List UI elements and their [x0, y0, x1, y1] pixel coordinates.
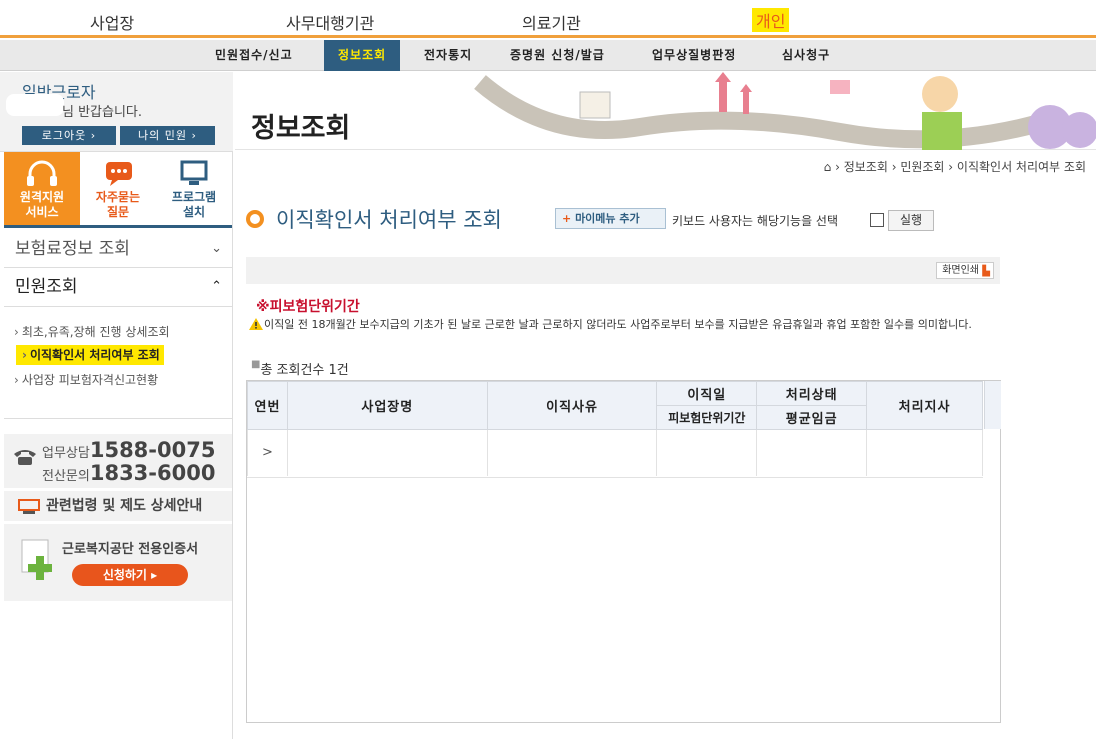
submenu-separation-cert[interactable]: › 이직확인서 처리여부 조회 — [16, 345, 164, 365]
program-install-button[interactable]: 프로그램 설치 — [156, 152, 232, 225]
breadcrumb: ⌂ › 정보조회 › 민원조회 › 이직확인서 처리여부 조회 — [823, 160, 1086, 174]
logout-button[interactable]: 로그아웃 › — [22, 126, 116, 145]
print-button[interactable]: 화면인쇄 ▙ — [936, 262, 994, 279]
subnav-info-lookup[interactable]: 정보조회 — [324, 40, 401, 71]
keyboard-checkbox[interactable] — [870, 213, 884, 227]
masked-username — [6, 94, 64, 116]
remote-support-button[interactable]: 원격지원 서비스 — [4, 152, 80, 225]
warning-icon — [249, 318, 263, 330]
subnav-e-notice[interactable]: 전자통지 — [424, 40, 472, 71]
document-icon — [18, 499, 40, 514]
my-page-button[interactable]: 나의 민원 › — [120, 126, 215, 145]
printer-icon: ▙ — [982, 266, 990, 277]
print-bar: 화면인쇄 ▙ — [246, 257, 1000, 284]
quick-menu: 원격지원 서비스 자주묻는 질문 프로그램 설치 — [4, 152, 232, 228]
col-branch[interactable]: 처리지사 — [866, 381, 983, 430]
law-guide-link[interactable]: 관련법령 및 제도 상세안내 — [4, 491, 232, 521]
col-avg-wage[interactable]: 평균임금 — [756, 405, 868, 430]
scrollbar[interactable] — [984, 381, 1001, 429]
keyboard-hint: 키보드 사용자는 해당기능을 선택 — [672, 214, 839, 228]
banner-title: 정보조회 — [251, 113, 351, 144]
greeting-text: 님 반갑습니다. — [62, 105, 143, 120]
menu-civil-lookup[interactable]: 민원조회 ⌃ — [4, 269, 232, 307]
chevron-up-icon: ⌃ — [211, 279, 222, 294]
top-nav-business[interactable]: 사업장 — [90, 10, 134, 34]
table-row[interactable]: > — [247, 429, 983, 476]
page-title: 이직확인서 처리여부 조회 — [276, 208, 502, 232]
result-table: 연번 사업장명 이직사유 이직일 처리상태 처리지사 피보험단위기간 평균임금 … — [247, 381, 983, 476]
result-count: ■총 조회건수 1건 — [251, 359, 349, 378]
chevron-down-icon: ⌄ — [211, 241, 222, 256]
result-grid: 연번 사업장명 이직사유 이직일 처리상태 처리지사 피보험단위기간 평균임금 … — [246, 380, 1001, 723]
top-nav-agency[interactable]: 사무대행기관 — [286, 10, 374, 34]
divider — [4, 418, 232, 419]
col-reason[interactable]: 이직사유 — [486, 381, 658, 430]
row-expand-icon[interactable]: > — [247, 429, 288, 476]
certificate-box: 근로복지공단 전용인증서 신청하기 ▸ — [4, 524, 232, 601]
run-button[interactable]: 실행 — [888, 210, 934, 231]
top-nav-medical[interactable]: 의료기관 — [522, 10, 581, 34]
table-bottom-line — [247, 477, 983, 478]
col-insured-period[interactable]: 피보험단위기간 — [656, 405, 758, 430]
banner: 정보조회 — [235, 72, 1096, 150]
user-box: 일반근로자 님 반갑습니다. 로그아웃 › 나의 민원 › — [0, 72, 233, 152]
contact-box: 업무상담1588-0075 전산문의1833-6000 — [4, 434, 232, 488]
submenu-workplace-status[interactable]: › 사업장 피보험자격신고현황 — [14, 371, 158, 388]
col-no[interactable]: 연번 — [247, 381, 288, 430]
subnav-review[interactable]: 심사청구 — [782, 40, 830, 71]
note-heading: ※피보험단위기간 — [256, 299, 360, 315]
subnav-certificate[interactable]: 증명원 신청/발급 — [510, 40, 605, 71]
faq-button[interactable]: 자주묻는 질문 — [80, 152, 156, 225]
subnav-disease[interactable]: 업무상질병판정 — [652, 40, 736, 71]
top-nav-personal[interactable]: 개인 — [752, 8, 790, 32]
monitor-icon — [180, 160, 208, 185]
note-text: 이직일 전 18개월간 보수지급의 기초가 된 날로 근로한 날과 근로하지 않… — [264, 318, 972, 331]
menu-premium-info[interactable]: 보험료정보 조회 ⌄ — [4, 230, 232, 268]
col-separation-date[interactable]: 이직일 — [656, 381, 758, 406]
col-business[interactable]: 사업장명 — [286, 381, 488, 430]
cert-apply-button[interactable]: 신청하기 ▸ — [72, 564, 188, 586]
add-my-menu-button[interactable]: + 마이메뉴 추가 — [555, 208, 666, 229]
phone-icon — [14, 450, 36, 465]
banner-illustration — [474, 72, 1096, 150]
col-status[interactable]: 처리상태 — [756, 381, 868, 406]
headset-icon — [27, 160, 57, 186]
top-navigation: 사업장 사무대행기관 의료기관 개인 — [0, 0, 1096, 38]
submenu-progress[interactable]: › 최초,유족,장해 진행 상세조회 — [14, 323, 170, 340]
title-bullet-icon — [246, 210, 264, 228]
sub-navigation: 민원접수/신고 정보조회 전자통지 증명원 신청/발급 업무상질병판정 심사청구 — [0, 40, 1096, 71]
subnav-application[interactable]: 민원접수/신고 — [215, 40, 293, 71]
speech-bubble-icon — [106, 162, 132, 186]
left-panel: 일반근로자 님 반갑습니다. 로그아웃 › 나의 민원 › 원격지원 서비스 자… — [0, 72, 233, 739]
home-icon[interactable]: ⌂ — [824, 160, 832, 174]
certificate-plus-icon — [21, 539, 52, 580]
